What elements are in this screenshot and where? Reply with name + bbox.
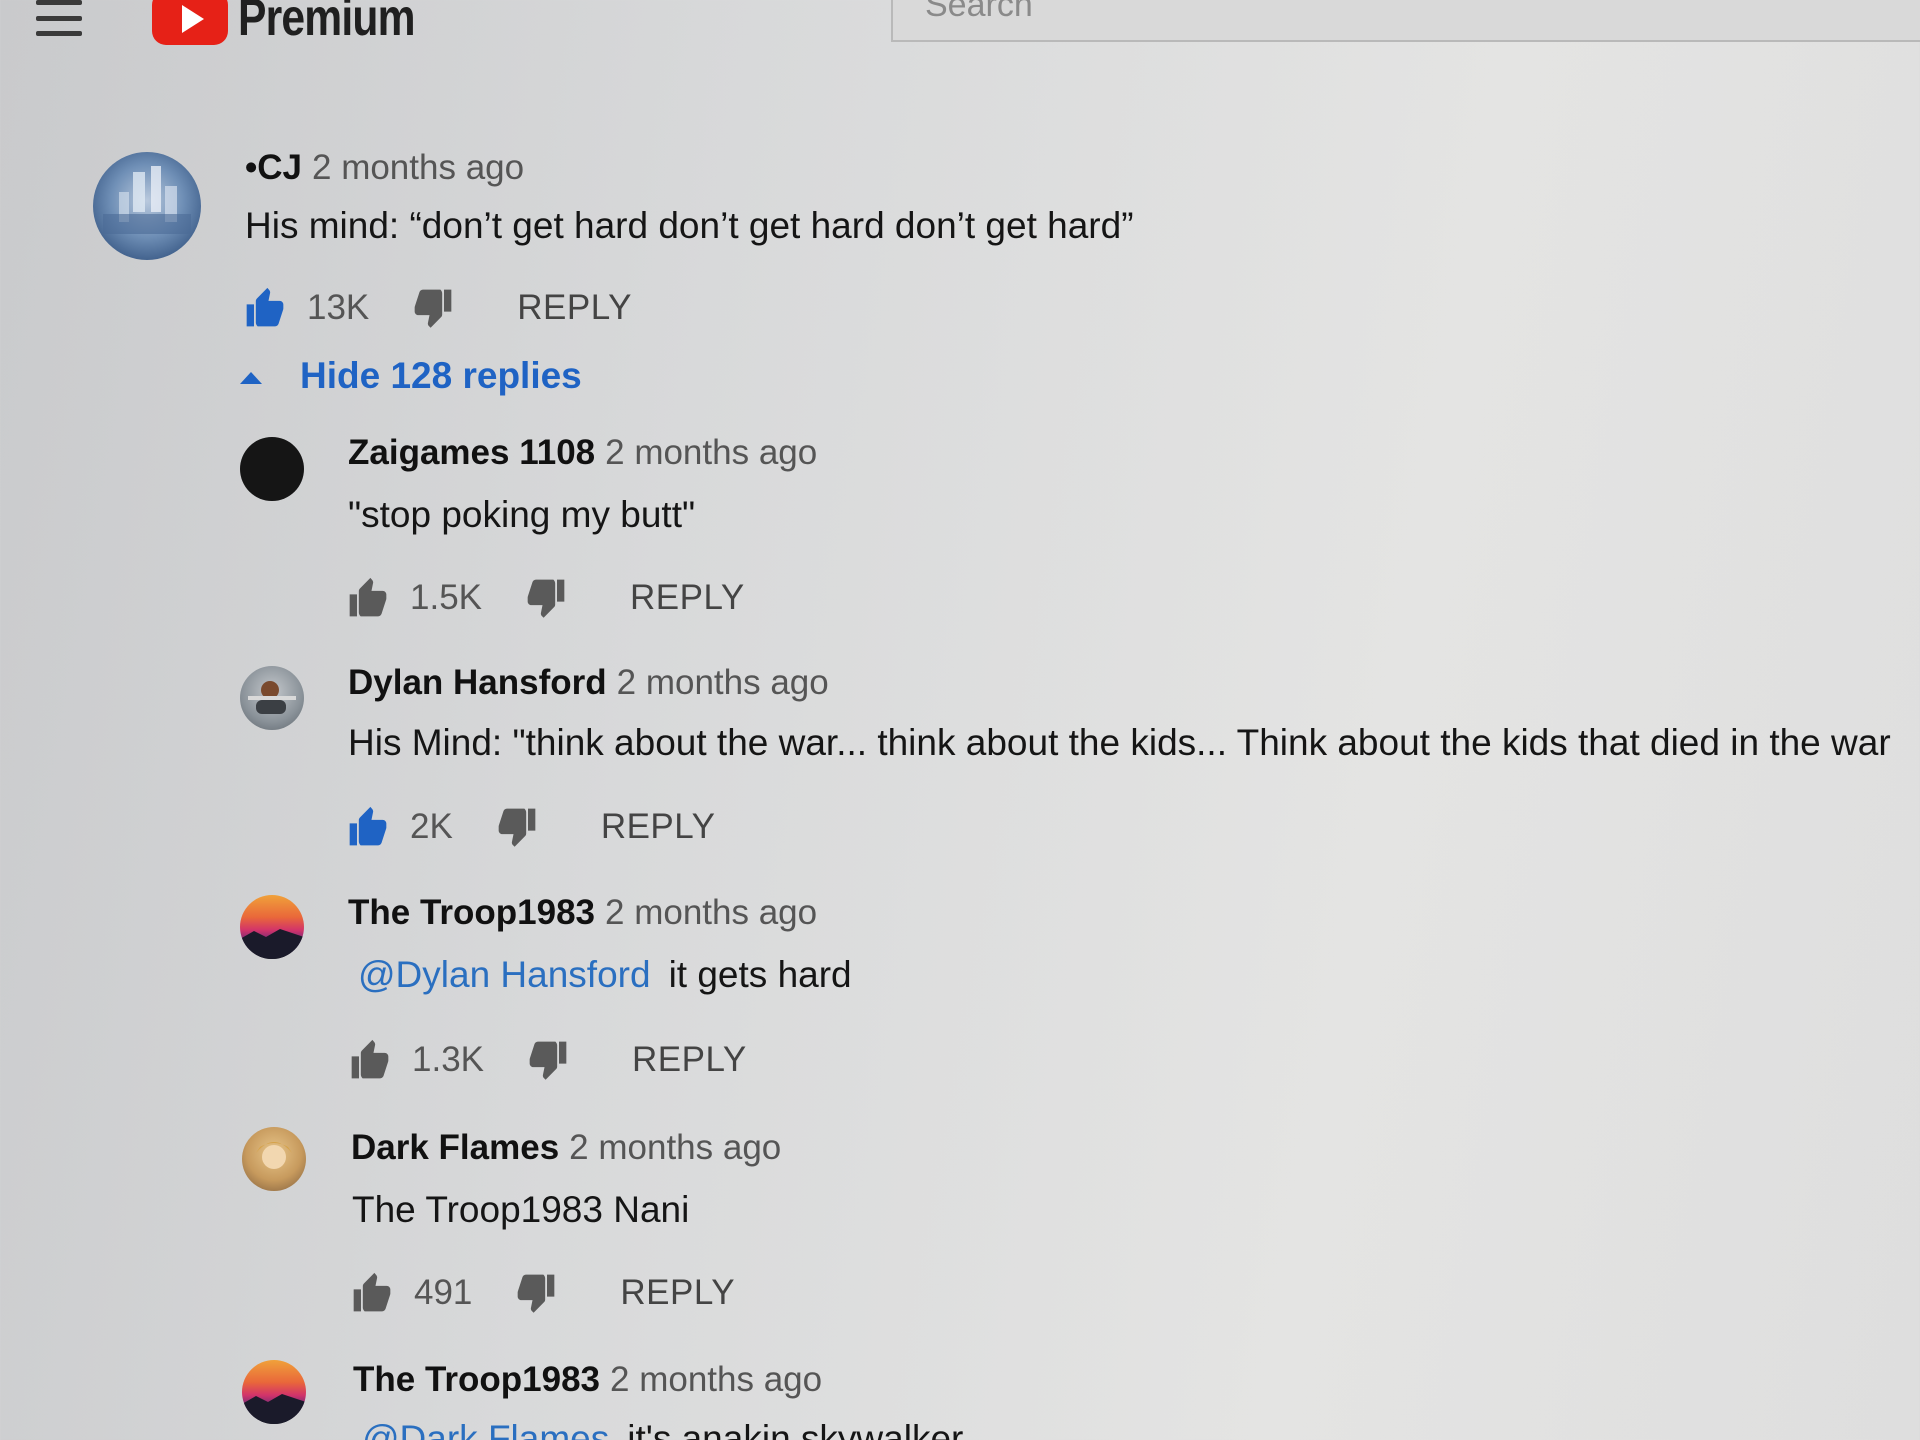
reply-time[interactable]: 2 months ago	[605, 433, 817, 472]
avatar-image	[240, 929, 304, 959]
thumbs-up-icon[interactable]	[348, 1038, 392, 1082]
reply-time[interactable]: 2 months ago	[610, 1360, 822, 1399]
avatar[interactable]	[240, 666, 304, 730]
reply-text: His Mind: "think about the war... think …	[348, 722, 1891, 763]
reply-actions: 1.3K REPLY	[348, 1035, 747, 1085]
reply-author[interactable]: The Troop1983	[348, 893, 595, 932]
menu-icon[interactable]	[36, 0, 82, 36]
reply-author[interactable]: Zaigames 1108	[348, 433, 595, 472]
like-count: 13K	[307, 288, 370, 327]
hide-replies-button[interactable]: Hide 128 replies	[240, 355, 582, 397]
top-bar: Premium Search	[0, 0, 1920, 48]
reply-author[interactable]: Dylan Hansford	[348, 663, 607, 702]
youtube-premium-logo[interactable]: Premium	[152, 0, 454, 48]
reply-time[interactable]: 2 months ago	[569, 1128, 781, 1167]
like-count: 1.5K	[410, 578, 482, 617]
like-count: 491	[414, 1273, 473, 1312]
reply-actions: 1.5K REPLY	[346, 573, 745, 623]
reply-time[interactable]: 2 months ago	[605, 893, 817, 932]
logo-text: Premium	[238, 0, 416, 47]
thumbs-up-icon[interactable]	[350, 1271, 394, 1315]
reply-button[interactable]: REPLY	[601, 807, 716, 847]
avatar-image	[242, 1394, 306, 1424]
reply-body: it gets hard	[668, 954, 852, 995]
thumbs-up-icon[interactable]	[243, 286, 287, 330]
reply-author[interactable]: Dark Flames	[351, 1128, 559, 1167]
search-input[interactable]: Search	[891, 0, 1920, 42]
thumbs-down-icon[interactable]	[495, 805, 539, 849]
reply-text: "stop poking my butt"	[348, 494, 696, 535]
reply-actions: 2K REPLY	[346, 802, 716, 852]
avatar[interactable]	[240, 437, 304, 501]
thumbs-down-icon[interactable]	[411, 286, 455, 330]
comment-header: •CJ 2 months ago	[245, 148, 524, 188]
play-logo-icon	[152, 0, 228, 45]
reply-header: Dylan Hansford 2 months ago	[348, 663, 829, 703]
avatar-image	[256, 1142, 292, 1169]
hide-replies-label: Hide 128 replies	[300, 355, 582, 396]
reply-header: Zaigames 1108 2 months ago	[348, 433, 817, 473]
reply-time[interactable]: 2 months ago	[617, 663, 829, 702]
thumbs-up-icon[interactable]	[346, 805, 390, 849]
like-count: 1.3K	[412, 1040, 484, 1079]
thumbs-down-icon[interactable]	[526, 1038, 570, 1082]
avatar[interactable]	[242, 1127, 306, 1191]
avatar[interactable]	[240, 895, 304, 959]
reply-text: @Dark Flames it's anakin skywalker	[362, 1418, 963, 1440]
avatar[interactable]	[242, 1360, 306, 1424]
collapse-arrow-icon	[240, 372, 262, 384]
thumbs-down-icon[interactable]	[524, 576, 568, 620]
reply-actions: 491 REPLY	[350, 1268, 735, 1318]
like-count: 2K	[410, 807, 453, 846]
reply-header: Dark Flames 2 months ago	[351, 1128, 781, 1168]
comment-time[interactable]: 2 months ago	[312, 148, 524, 187]
comment-text: His mind: “don’t get hard don’t get hard…	[245, 205, 1134, 246]
reply-header: The Troop1983 2 months ago	[348, 893, 817, 933]
thumbs-down-icon[interactable]	[514, 1271, 558, 1315]
reply-author[interactable]: The Troop1983	[353, 1360, 600, 1399]
reply-body: it's anakin skywalker	[627, 1418, 964, 1440]
avatar[interactable]	[93, 152, 201, 260]
avatar-image	[103, 166, 191, 234]
mention-link[interactable]: @Dylan Hansford	[358, 954, 651, 995]
thumbs-up-icon[interactable]	[346, 576, 390, 620]
comment-actions: 13K REPLY	[243, 283, 632, 333]
reply-button[interactable]: REPLY	[630, 578, 745, 618]
reply-header: The Troop1983 2 months ago	[353, 1360, 822, 1400]
reply-button[interactable]: REPLY	[632, 1040, 747, 1080]
search-placeholder: Search	[925, 0, 1033, 24]
reply-button[interactable]: REPLY	[620, 1273, 735, 1313]
comment-author[interactable]: •CJ	[245, 148, 302, 187]
mention-link[interactable]: @Dark Flames	[362, 1418, 609, 1440]
reply-text: The Troop1983 Nani	[352, 1189, 690, 1230]
reply-text: @Dylan Hansford it gets hard	[358, 954, 852, 996]
avatar-image	[248, 681, 296, 714]
reply-button[interactable]: REPLY	[517, 288, 632, 328]
